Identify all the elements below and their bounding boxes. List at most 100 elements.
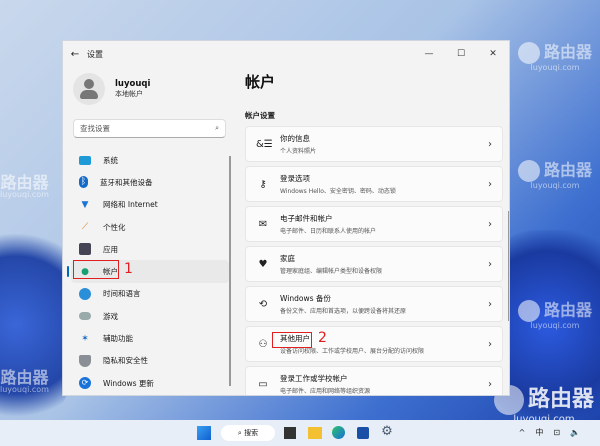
chevron-right-icon: › bbox=[488, 258, 492, 270]
gamepad-icon bbox=[79, 312, 91, 321]
annotation-number-1: 1 bbox=[124, 261, 133, 277]
update-icon: ⟳ bbox=[79, 377, 91, 390]
person-list-icon: &☰ bbox=[256, 138, 273, 150]
card-title: 电子邮件和帐户 bbox=[280, 214, 333, 223]
title-bar: ← 设置 — ☐ ✕ bbox=[63, 41, 509, 67]
backup-icon: ⟲ bbox=[258, 298, 268, 310]
system-tray: ^ 中 ⊡ 🔈 bbox=[519, 425, 580, 441]
sidebar-item-bluetooth[interactable]: ᛒ 蓝牙和其他设备 bbox=[71, 171, 229, 193]
bluetooth-icon: ᛒ bbox=[79, 176, 88, 189]
chevron-right-icon: › bbox=[488, 178, 492, 190]
other-users-icon: ⚇ bbox=[258, 338, 268, 350]
close-button[interactable]: ✕ bbox=[477, 49, 509, 59]
chevron-right-icon: › bbox=[488, 338, 492, 350]
card-title: 登录选项 bbox=[280, 174, 310, 183]
card-subtitle: 个人资料照片 bbox=[280, 148, 317, 155]
watermark: 路由器luyouqi.com bbox=[517, 42, 592, 72]
card-email-accounts[interactable]: ✉ 电子邮件和帐户电子邮件、日历和联系人使用的帐户 › bbox=[245, 206, 503, 242]
sidebar-item-label: 应用 bbox=[103, 244, 118, 254]
card-subtitle: 备份文件、应用和首选项，以便跨设备将其还原 bbox=[280, 308, 407, 315]
annotation-box-2 bbox=[272, 332, 312, 348]
tray-overflow-icon[interactable]: ^ bbox=[519, 425, 526, 441]
chevron-right-icon: › bbox=[488, 218, 492, 230]
main-scrollbar[interactable] bbox=[508, 211, 509, 321]
card-title: 你的信息 bbox=[280, 134, 310, 143]
chevron-right-icon: › bbox=[488, 138, 492, 150]
sidebar-item-system[interactable]: 系统 bbox=[71, 149, 229, 171]
sidebar-item-accessibility[interactable]: ✶ 辅助功能 bbox=[71, 327, 229, 349]
taskbar-search[interactable]: ⌕ 搜索 bbox=[221, 425, 275, 441]
accessibility-icon: ✶ bbox=[81, 333, 89, 344]
user-name: luyouqi bbox=[115, 79, 151, 89]
user-profile[interactable]: luyouqi 本地帐户 bbox=[73, 73, 150, 105]
sidebar-item-label: 时间和语言 bbox=[103, 289, 141, 299]
annotation-box-1 bbox=[73, 260, 119, 279]
sidebar-item-privacy[interactable]: 隐私和安全性 bbox=[71, 350, 229, 372]
minimize-button[interactable]: — bbox=[413, 49, 445, 59]
card-your-info[interactable]: &☰ 你的信息个人资料照片 › bbox=[245, 126, 503, 162]
sidebar-item-label: Windows 更新 bbox=[103, 378, 154, 388]
apps-icon bbox=[79, 243, 91, 256]
network-icon[interactable]: ⊡ bbox=[553, 425, 560, 441]
sidebar-item-label: 辅助功能 bbox=[103, 334, 133, 344]
avatar bbox=[73, 73, 105, 105]
wifi-icon: ▼ bbox=[81, 199, 89, 210]
sidebar-item-label: 系统 bbox=[103, 155, 118, 165]
card-subtitle: 电子邮件、日历和联系人使用的帐户 bbox=[280, 228, 377, 235]
card-family[interactable]: ♥ 家庭管理家庭组、编辑帐户类型和设备权限 › bbox=[245, 246, 503, 282]
window-title: 设置 bbox=[87, 49, 103, 59]
sidebar-item-label: 隐私和安全性 bbox=[103, 356, 148, 366]
back-button[interactable]: ← bbox=[63, 49, 87, 60]
card-title: Windows 备份 bbox=[280, 294, 331, 303]
clock-globe-icon bbox=[79, 287, 91, 300]
edge-icon[interactable] bbox=[332, 426, 345, 439]
card-other-users[interactable]: ⚇ 其他用户 设备访问权限、工作或学校用户、展台分配的访问权限 › 2 bbox=[245, 326, 503, 362]
card-subtitle: 管理家庭组、编辑帐户类型和设备权限 bbox=[280, 268, 383, 275]
store-icon[interactable] bbox=[357, 427, 369, 439]
task-view-icon[interactable] bbox=[284, 427, 296, 439]
card-title: 登录工作或学校帐户 bbox=[280, 374, 348, 383]
briefcase-icon: ▭ bbox=[258, 378, 268, 390]
watermark: 路由器luyouqi.com bbox=[0, 368, 49, 394]
settings-gear-icon[interactable]: ⚙ bbox=[380, 425, 394, 441]
ime-indicator[interactable]: 中 bbox=[535, 425, 543, 441]
card-subtitle: Windows Hello、安全密钥、密码、动态锁 bbox=[280, 188, 396, 195]
card-windows-backup[interactable]: ⟲ Windows 备份备份文件、应用和首选项，以便跨设备将其还原 › bbox=[245, 286, 503, 322]
search-placeholder: 查找设置 bbox=[80, 124, 110, 133]
maximize-button[interactable]: ☐ bbox=[445, 49, 477, 59]
mail-icon: ✉ bbox=[258, 218, 268, 230]
card-work-school-account[interactable]: ▭ 登录工作或学校帐户电子邮件、应用和网络等组织资源 › bbox=[245, 366, 503, 395]
chevron-right-icon: › bbox=[488, 298, 492, 310]
account-type: 本地帐户 bbox=[115, 90, 143, 98]
family-heart-icon: ♥ bbox=[258, 258, 268, 270]
watermark: 路由器luyouqi.com bbox=[517, 300, 592, 330]
taskbar-search-label: 搜索 bbox=[244, 429, 259, 437]
system-icon bbox=[79, 155, 91, 165]
sidebar-item-time-language[interactable]: 时间和语言 bbox=[71, 283, 229, 305]
settings-window: ← 设置 — ☐ ✕ luyouqi 本地帐户 查找设置 ⌕ 系统 ᛒ 蓝牙和其他… bbox=[62, 40, 510, 396]
annotation-number-2: 2 bbox=[318, 330, 327, 346]
sidebar-item-gaming[interactable]: 游戏 bbox=[71, 305, 229, 327]
volume-icon[interactable]: 🔈 bbox=[570, 425, 580, 441]
main-content: 帐户 帐户设置 &☰ 你的信息个人资料照片 › ⚷ 登录选项 Windows Hello… bbox=[245, 71, 503, 395]
start-button[interactable] bbox=[197, 426, 211, 440]
sidebar-scrollbar[interactable] bbox=[229, 156, 231, 386]
sidebar-item-windows-update[interactable]: ⟳ Windows 更新 bbox=[71, 372, 229, 394]
key-icon: ⚷ bbox=[259, 178, 267, 190]
watermark: 路由器luyouqi.com bbox=[0, 173, 49, 199]
sidebar-item-personalization[interactable]: ⟋ 个性化 bbox=[71, 216, 229, 238]
section-heading: 帐户设置 bbox=[245, 111, 275, 120]
search-input[interactable]: 查找设置 ⌕ bbox=[73, 119, 226, 138]
chevron-right-icon: › bbox=[488, 378, 492, 390]
sidebar-item-label: 游戏 bbox=[103, 311, 118, 321]
card-title: 家庭 bbox=[280, 254, 295, 263]
shield-icon bbox=[79, 354, 91, 367]
file-explorer-icon[interactable] bbox=[308, 427, 322, 439]
sidebar-item-label: 个性化 bbox=[103, 222, 126, 232]
card-subtitle: 电子邮件、应用和网络等组织资源 bbox=[280, 388, 371, 395]
sidebar-item-network[interactable]: ▼ 网络和 Internet bbox=[71, 194, 229, 216]
sidebar-item-apps[interactable]: 应用 bbox=[71, 238, 229, 260]
sidebar-item-label: 蓝牙和其他设备 bbox=[100, 177, 153, 187]
page-title: 帐户 bbox=[245, 73, 276, 91]
card-sign-in-options[interactable]: ⚷ 登录选项 Windows Hello、安全密钥、密码、动态锁 › bbox=[245, 166, 503, 202]
